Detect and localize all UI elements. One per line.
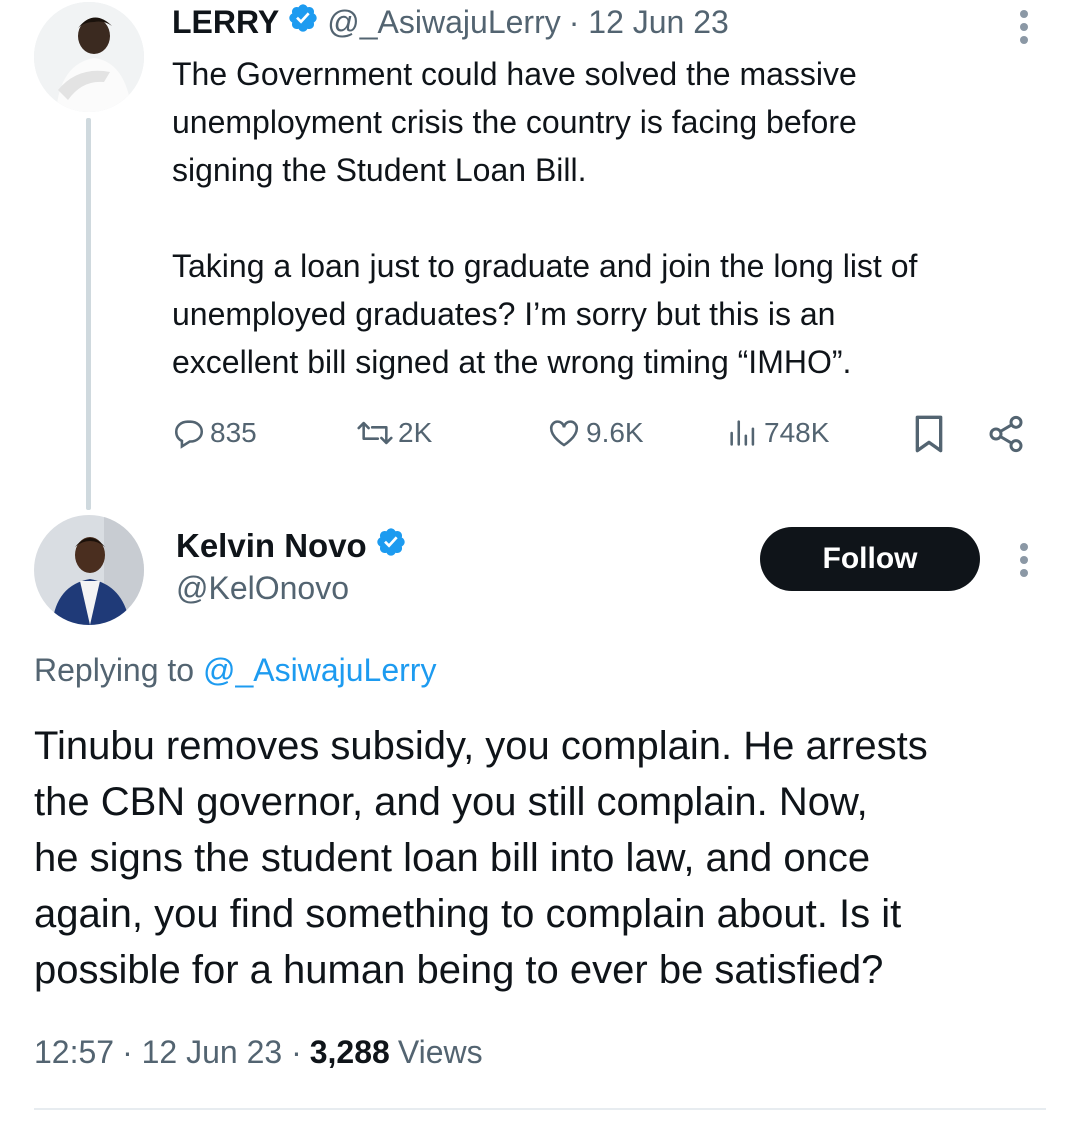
- replying-to-label: Replying to: [34, 652, 195, 688]
- parent-tweet-date[interactable]: · 12 Jun 23: [569, 4, 729, 41]
- replying-to-handle-link[interactable]: @_AsiwajuLerry: [203, 652, 436, 688]
- reply-tweet-time[interactable]: 12:57: [34, 1034, 114, 1071]
- more-icon[interactable]: [1020, 543, 1028, 582]
- thread-connector-line: [86, 118, 91, 510]
- reply-tweet-meta: 12:57 · 12 Jun 23 · 3,288 Views: [34, 1034, 483, 1071]
- reply-author-name-row: Kelvin Novo: [176, 524, 407, 568]
- lerry-avatar[interactable]: [34, 2, 144, 112]
- kelvin-avatar[interactable]: [34, 515, 144, 625]
- replying-to-line: Replying to @_AsiwajuLerry: [34, 652, 436, 689]
- reply-author-handle[interactable]: @KelOnovo: [176, 570, 349, 607]
- follow-button[interactable]: Follow: [760, 527, 980, 591]
- retweet-icon: [357, 421, 393, 445]
- reply-icon: [174, 420, 204, 449]
- parent-author-handle[interactable]: @_AsiwajuLerry: [327, 4, 560, 41]
- parent-tweet-text: The Government could have solved the mas…: [172, 56, 918, 380]
- views-icon: [730, 420, 755, 446]
- verified-badge-icon: [287, 2, 319, 42]
- retweet-count: 2K: [398, 417, 433, 448]
- parent-author-name[interactable]: LERRY: [172, 4, 279, 41]
- reply-views-label: Views: [397, 1034, 483, 1070]
- parent-tweet-header: LERRY @_AsiwajuLerry · 12 Jun 23: [172, 2, 729, 42]
- divider: [34, 1108, 1046, 1110]
- like-count: 9.6K: [586, 417, 644, 448]
- like-icon: [549, 420, 579, 447]
- verified-badge-icon: [375, 526, 407, 566]
- reply-action[interactable]: 835: [172, 412, 257, 454]
- reply-tweet-date[interactable]: · 12 Jun 23 ·: [122, 1034, 302, 1071]
- reply-views-count: 3,288: [309, 1034, 390, 1070]
- reply-count: 835: [210, 417, 257, 448]
- views-action[interactable]: 748K: [726, 412, 829, 454]
- retweet-action[interactable]: 2K: [356, 412, 432, 454]
- reply-tweet-text: Tinubu removes subsidy, you complain. He…: [34, 724, 928, 992]
- share-icon[interactable]: [986, 414, 1026, 459]
- like-action[interactable]: 9.6K: [546, 412, 644, 454]
- reply-author-name[interactable]: Kelvin Novo: [176, 527, 367, 565]
- views-count: 748K: [764, 417, 830, 448]
- bookmark-icon[interactable]: [912, 414, 946, 459]
- more-icon[interactable]: [1020, 10, 1028, 49]
